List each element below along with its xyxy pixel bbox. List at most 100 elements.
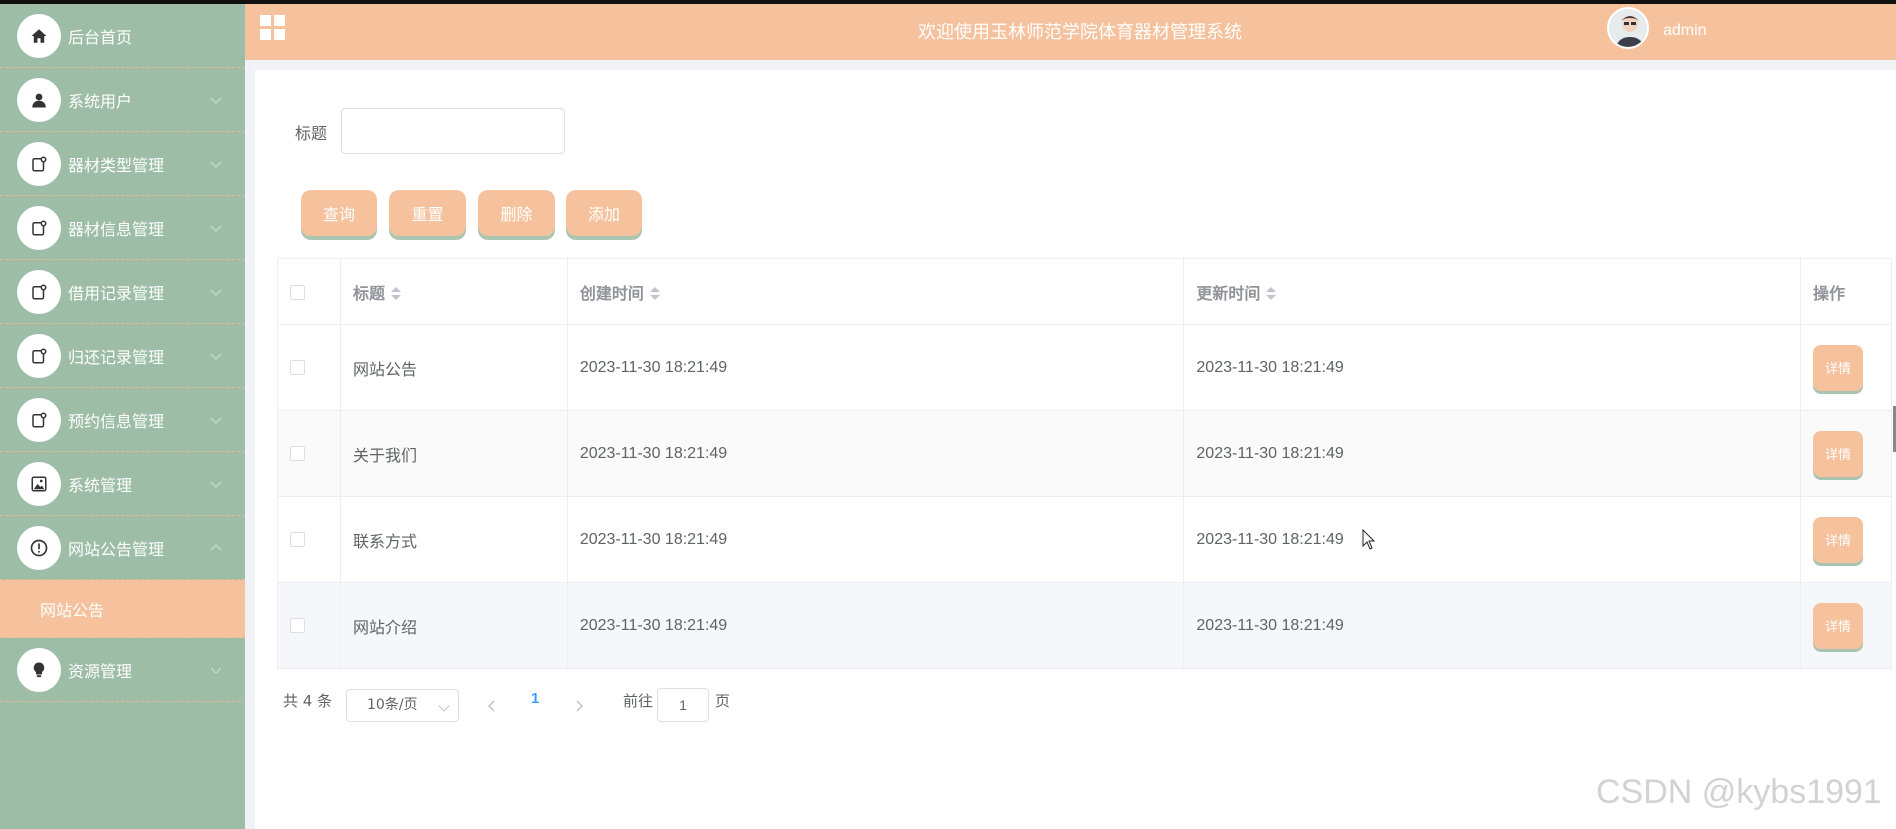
sidebar-item-return-records[interactable]: 归还记录管理 [0, 324, 245, 388]
sidebar-item-label: 器材信息管理 [68, 219, 165, 239]
document-icon [17, 141, 61, 186]
sidebar-item-equipment-type[interactable]: 器材类型管理 [0, 132, 245, 196]
sidebar-item-users[interactable]: 系统用户 [0, 68, 245, 132]
sidebar-item-system[interactable]: 系统管理 [0, 452, 245, 516]
sidebar-item-label: 资源管理 [68, 661, 133, 681]
select-all-cell [277, 258, 341, 325]
chevron-down-icon [210, 161, 222, 168]
row-checkbox[interactable] [290, 445, 305, 461]
watermark: CSDN @kybs1991 [1596, 773, 1882, 811]
row-created: 2023-11-30 18:21:49 [567, 324, 1185, 411]
chevron-down-icon [438, 700, 450, 712]
chevron-down-icon [210, 667, 222, 674]
sidebar-item-announcements[interactable]: 网站公告管理 [0, 516, 245, 580]
query-button[interactable]: 查询 [301, 190, 377, 236]
sidebar-item-label: 预约信息管理 [68, 411, 165, 431]
sidebar-item-label: 借用记录管理 [68, 283, 165, 303]
column-header-label: 创建时间 [579, 283, 644, 303]
reset-button[interactable]: 重置 [389, 190, 466, 236]
row-title: 关于我们 [340, 410, 568, 497]
chevron-down-icon [210, 97, 222, 104]
sidebar-item-equipment-info[interactable]: 器材信息管理 [0, 196, 245, 260]
next-page-icon[interactable] [574, 699, 584, 713]
table-row: 联系方式 2023-11-30 18:21:49 2023-11-30 18:2… [277, 496, 1892, 583]
table-row: 关于我们 2023-11-30 18:21:49 2023-11-30 18:2… [277, 410, 1892, 497]
sidebar-subitem-announcement[interactable]: 网站公告 [0, 580, 245, 638]
column-header-action: 操作 [1800, 258, 1892, 325]
sidebar-item-label: 归还记录管理 [68, 347, 165, 367]
page-size-select[interactable]: 10条/页 [346, 689, 459, 722]
sidebar-item-label: 系统用户 [68, 91, 133, 111]
row-updated: 2023-11-30 18:21:49 [1183, 582, 1801, 669]
delete-button[interactable]: 删除 [478, 190, 555, 236]
search-title-input[interactable] [341, 108, 565, 154]
document-icon [17, 269, 61, 314]
goto-page-input[interactable] [657, 688, 709, 722]
chevron-up-icon [210, 543, 222, 550]
row-updated: 2023-11-30 18:21:49 [1183, 496, 1801, 583]
table-row: 网站介绍 2023-11-30 18:21:49 2023-11-30 18:2… [277, 582, 1892, 669]
document-icon [17, 205, 61, 250]
detail-button[interactable]: 详情 [1813, 516, 1863, 563]
announcement-table: 标题 创建时间 更新时间 操作 网站公告 2023-11-30 18:21:49… [277, 258, 1892, 669]
row-checkbox[interactable] [290, 617, 305, 633]
page-size-value: 10条/页 [367, 697, 418, 713]
goto-label: 前往 [623, 692, 654, 710]
chevron-down-icon [210, 225, 222, 232]
chevron-down-icon [210, 289, 222, 296]
sort-icon[interactable] [390, 286, 401, 302]
detail-button[interactable]: 详情 [1813, 602, 1863, 649]
sidebar-item-resources[interactable]: 资源管理 [0, 638, 245, 702]
document-icon [17, 397, 61, 442]
chevron-down-icon [210, 353, 222, 360]
sort-icon[interactable] [649, 286, 660, 302]
table-header-row: 标题 创建时间 更新时间 操作 [277, 258, 1892, 325]
top-header: 欢迎使用玉林师范学院体育器材管理系统 admin [245, 4, 1896, 60]
table-row: 网站公告 2023-11-30 18:21:49 2023-11-30 18:2… [277, 324, 1892, 411]
sidebar-item-label: 器材类型管理 [68, 155, 165, 175]
row-checkbox[interactable] [290, 531, 305, 547]
column-header-label: 更新时间 [1196, 283, 1261, 303]
bulb-icon [17, 647, 61, 692]
column-header-label: 标题 [352, 283, 385, 303]
chevron-down-icon [210, 481, 222, 488]
avatar[interactable] [1607, 7, 1649, 49]
sidebar-item-label: 系统管理 [68, 475, 133, 495]
sidebar-item-label: 后台首页 [68, 27, 133, 47]
add-button[interactable]: 添加 [566, 190, 642, 236]
row-updated: 2023-11-30 18:21:49 [1183, 410, 1801, 497]
row-updated: 2023-11-30 18:21:49 [1183, 324, 1801, 411]
username[interactable]: admin [1663, 22, 1707, 40]
select-all-checkbox[interactable] [290, 285, 305, 300]
row-title: 联系方式 [340, 496, 568, 583]
column-header-created[interactable]: 创建时间 [567, 258, 1185, 325]
document-icon [17, 333, 61, 378]
search-title-label: 标题 [295, 124, 328, 143]
column-header-title[interactable]: 标题 [340, 258, 568, 325]
chevron-down-icon [210, 417, 222, 424]
row-title: 网站介绍 [340, 582, 568, 669]
prev-page-icon[interactable] [487, 699, 497, 713]
sort-icon[interactable] [1266, 286, 1277, 302]
sidebar-item-borrow-records[interactable]: 借用记录管理 [0, 260, 245, 324]
user-icon [17, 77, 61, 122]
sidebar-item-label: 网站公告管理 [68, 539, 165, 559]
detail-button[interactable]: 详情 [1813, 430, 1863, 477]
sidebar-item-home[interactable]: 后台首页 [0, 4, 245, 68]
home-icon [17, 13, 61, 58]
picture-icon [17, 461, 61, 506]
info-icon [17, 525, 61, 570]
sidebar-item-reservations[interactable]: 预约信息管理 [0, 388, 245, 452]
pagination-total: 共 4 条 [283, 692, 333, 710]
mouse-cursor-icon [1362, 529, 1376, 550]
page-number-current[interactable]: 1 [531, 690, 539, 707]
row-created: 2023-11-30 18:21:49 [567, 496, 1185, 583]
sidebar: 后台首页 系统用户 器材类型管理 器材信息管理 借用记录管理 归还记录管理 预约… [0, 4, 245, 829]
row-created: 2023-11-30 18:21:49 [567, 410, 1185, 497]
row-checkbox[interactable] [290, 359, 305, 375]
page-suffix: 页 [715, 692, 731, 710]
column-header-updated[interactable]: 更新时间 [1183, 258, 1801, 325]
row-created: 2023-11-30 18:21:49 [567, 582, 1185, 669]
row-title: 网站公告 [340, 324, 568, 411]
detail-button[interactable]: 详情 [1813, 344, 1863, 391]
